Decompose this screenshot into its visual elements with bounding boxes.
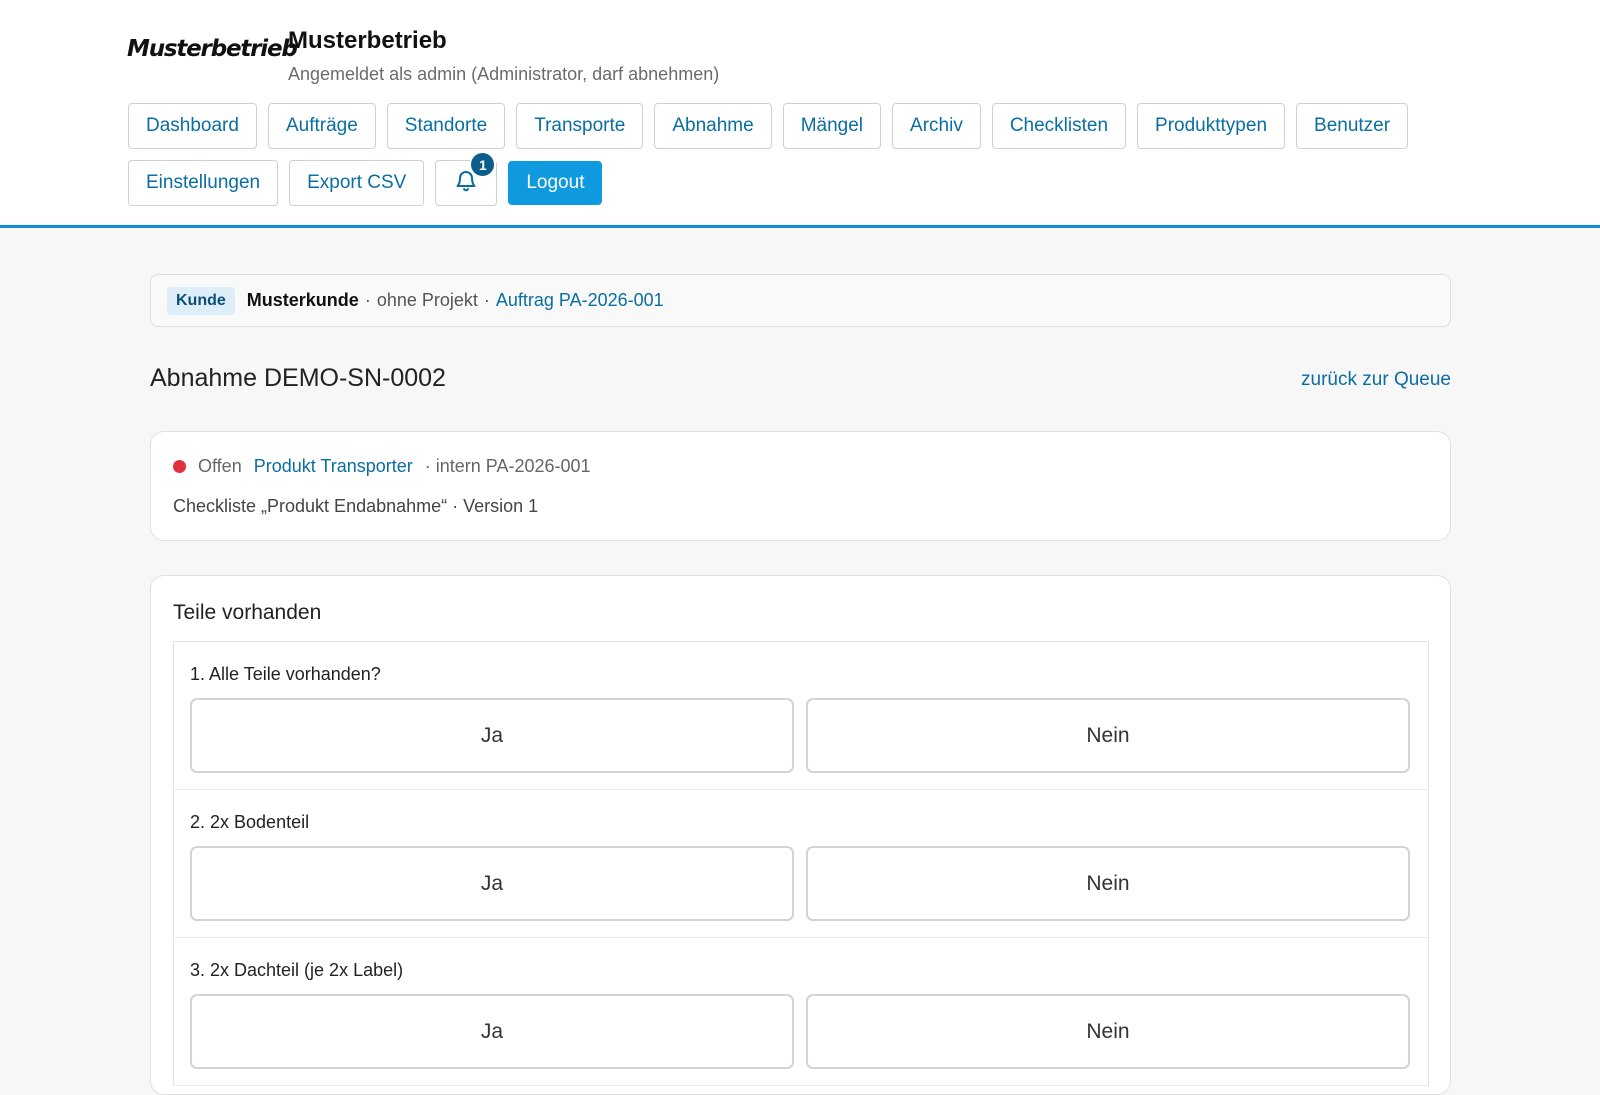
nav-auftraege-button[interactable]: Aufträge bbox=[267, 103, 376, 149]
answer-yes-button[interactable]: Ja bbox=[190, 698, 794, 773]
checklist-item: 2. 2x Bodenteil Ja Nein bbox=[174, 790, 1428, 938]
checklist-section: Teile vorhanden 1. Alle Teile vorhanden?… bbox=[150, 575, 1451, 1095]
nav-produkttypen-button[interactable]: Produkttypen bbox=[1137, 103, 1286, 149]
checklist-item-label: 3. 2x Dachteil (je 2x Label) bbox=[190, 960, 404, 980]
project-info: ohne Projekt bbox=[376, 290, 478, 310]
brand-logo: Musterbetrieb bbox=[127, 36, 298, 62]
section-title: Teile vorhanden bbox=[173, 601, 322, 624]
status-line: Offen Produkt Transporter · intern PA-20… bbox=[173, 456, 591, 477]
answer-no-button[interactable]: Nein bbox=[806, 994, 1410, 1069]
nav-dashboard-button[interactable]: Dashboard bbox=[128, 103, 257, 149]
answer-no-button[interactable]: Nein bbox=[806, 698, 1410, 773]
nav-standorte-button[interactable]: Standorte bbox=[386, 103, 506, 149]
checklist-info: Checkliste „Produkt Endabnahme“ · Versio… bbox=[173, 496, 539, 516]
nav-checklisten-button[interactable]: Checklisten bbox=[991, 103, 1127, 149]
breadcrumb-separator: · bbox=[364, 290, 371, 310]
checklist-item: 3. 2x Dachteil (je 2x Label) Ja Nein bbox=[174, 938, 1428, 1086]
brand-title: Musterbetrieb bbox=[288, 27, 447, 54]
answer-yes-button[interactable]: Ja bbox=[190, 994, 794, 1069]
checklist-item: 1. Alle Teile vorhanden? Ja Nein bbox=[174, 642, 1428, 790]
notification-count-badge: 1 bbox=[469, 151, 497, 178]
context-breadcrumb: Kunde Musterkunde · ohne Projekt · Auftr… bbox=[150, 274, 1451, 327]
customer-tag: Kunde bbox=[167, 286, 235, 315]
app-header: Musterbetrieb Musterbetrieb Angemeldet a… bbox=[0, 0, 1600, 228]
answer-yes-button[interactable]: Ja bbox=[190, 846, 794, 921]
order-link[interactable]: Auftrag PA-2026-001 bbox=[496, 290, 664, 311]
checklist-item-label: 2. 2x Bodenteil bbox=[190, 812, 310, 832]
breadcrumb-separator: · bbox=[483, 290, 490, 310]
main-navigation: Dashboard Aufträge Standorte Transporte … bbox=[128, 103, 1428, 206]
internal-order-number: · intern PA-2026-001 bbox=[424, 456, 591, 476]
nav-maengel-button[interactable]: Mängel bbox=[782, 103, 882, 149]
nav-abnahme-button[interactable]: Abnahme bbox=[654, 103, 772, 149]
nav-archiv-button[interactable]: Archiv bbox=[892, 103, 981, 149]
status-dot-icon bbox=[173, 460, 186, 473]
nav-transporte-button[interactable]: Transporte bbox=[516, 103, 644, 149]
product-link[interactable]: Produkt Transporter bbox=[254, 456, 413, 477]
acceptance-info-card: Offen Produkt Transporter · intern PA-20… bbox=[150, 431, 1451, 541]
nav-benutzer-button[interactable]: Benutzer bbox=[1296, 103, 1409, 149]
checklist-items: 1. Alle Teile vorhanden? Ja Nein 2. 2x B… bbox=[173, 641, 1429, 1086]
status-text: Offen bbox=[198, 456, 242, 476]
export-csv-button[interactable]: Export CSV bbox=[289, 160, 425, 206]
nav-einstellungen-button[interactable]: Einstellungen bbox=[128, 160, 279, 206]
back-to-queue-link[interactable]: zurück zur Queue bbox=[1301, 369, 1451, 391]
page-title: Abnahme DEMO-SN-0002 bbox=[150, 364, 446, 392]
login-info: Angemeldet als admin (Administrator, dar… bbox=[288, 64, 720, 84]
checklist-item-label: 1. Alle Teile vorhanden? bbox=[190, 664, 381, 684]
logout-button[interactable]: Logout bbox=[508, 161, 603, 205]
answer-no-button[interactable]: Nein bbox=[806, 846, 1410, 921]
customer-name: Musterkunde bbox=[246, 290, 359, 310]
notifications-button[interactable]: 1 bbox=[435, 151, 498, 206]
